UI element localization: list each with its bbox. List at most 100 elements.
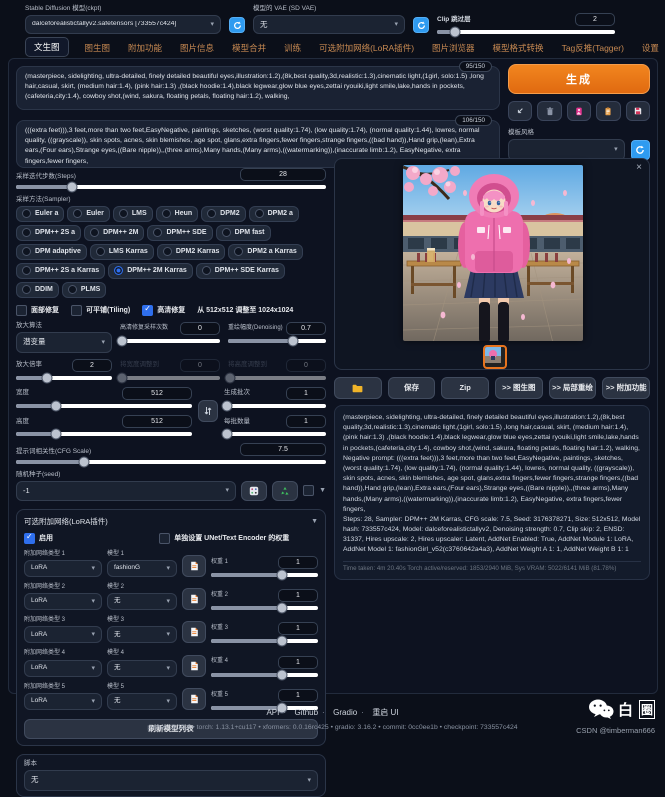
random-seed-button[interactable] (241, 481, 267, 501)
sampler-option[interactable]: DPM2 Karras (157, 244, 226, 260)
lora-weight-value[interactable]: 1 (278, 622, 318, 635)
width-slider[interactable] (16, 404, 192, 408)
sampler-option[interactable]: Euler a (16, 206, 64, 222)
batch-size-slider[interactable] (224, 432, 326, 436)
sampler-option[interactable]: DPM adaptive (16, 244, 87, 260)
lora-model-info-button[interactable] (182, 621, 206, 643)
restore-faces-checkbox[interactable]: 面部修复 (16, 305, 59, 316)
lora-weight-value[interactable]: 1 (278, 656, 318, 669)
save-button[interactable]: 保存 (388, 377, 436, 399)
tab-lora[interactable]: 可选附加网络(LoRA插件) (317, 39, 416, 57)
seed-options-chevron-icon[interactable]: ▼ (319, 487, 326, 494)
sampler-option[interactable]: PLMS (62, 282, 106, 298)
width-value[interactable]: 512 (122, 387, 192, 400)
lora-model-info-button[interactable] (182, 588, 206, 610)
sampler-option-selected[interactable]: DPM++ 2M Karras (108, 263, 193, 279)
footer-link-api[interactable]: API (266, 708, 279, 717)
upscale-by-slider[interactable] (16, 376, 112, 380)
reuse-seed-button[interactable] (272, 481, 298, 501)
sampler-option[interactable]: DPM++ SDE (147, 225, 212, 241)
lora-weight-slider[interactable] (211, 606, 318, 610)
script-dropdown[interactable]: 无 (24, 770, 318, 791)
lora-model-dropdown[interactable]: 无 (107, 626, 177, 643)
lora-model-dropdown[interactable]: 无 (107, 660, 177, 677)
tab-settings[interactable]: 设置 (640, 39, 661, 57)
send-to-inpaint-button[interactable]: >> 局部重绘 (549, 377, 597, 399)
batch-size-value[interactable]: 1 (286, 415, 326, 428)
tab-txt2img[interactable]: 文生图 (25, 37, 69, 57)
tab-model-converter[interactable]: 模型格式转换 (491, 39, 546, 57)
resize-height-slider[interactable] (228, 376, 326, 380)
sampler-option[interactable]: DPM++ 2M (84, 225, 144, 241)
sampler-option[interactable]: DPM2 (201, 206, 245, 222)
footer-link-gradio[interactable]: Gradio (333, 708, 357, 717)
lora-weight-slider[interactable] (211, 573, 318, 577)
batch-count-value[interactable]: 1 (286, 387, 326, 400)
send-to-extras-button[interactable]: >> 附加功能 (602, 377, 650, 399)
sampler-option[interactable]: Heun (156, 206, 199, 222)
denoising-slider[interactable] (228, 339, 326, 343)
send-to-img2img-button[interactable]: >> 图生图 (495, 377, 543, 399)
resize-width-slider[interactable] (120, 376, 220, 380)
hires-steps-value[interactable]: 0 (180, 322, 220, 335)
refresh-styles-button[interactable] (631, 140, 650, 160)
sampler-option[interactable]: Euler (67, 206, 110, 222)
sampler-option[interactable]: DPM++ 2S a (16, 225, 81, 241)
steps-slider[interactable] (16, 185, 326, 189)
height-slider[interactable] (16, 432, 192, 436)
lora-separate-weights-checkbox[interactable]: 单独设置 UNet/Text Encoder 的权重 (159, 533, 289, 544)
ckpt-dropdown[interactable]: dalceforealistictallyv2.safetensors [733… (25, 15, 221, 34)
cfg-slider[interactable] (16, 460, 326, 464)
read-params-button[interactable] (508, 101, 532, 121)
lora-type-dropdown[interactable]: LoRA (24, 593, 102, 610)
lora-weight-value[interactable]: 1 (278, 556, 318, 569)
sampler-option[interactable]: DPM++ SDE Karras (196, 263, 285, 279)
tab-image-browser[interactable]: 图片浏览器 (430, 39, 477, 57)
sampler-option[interactable]: LMS (113, 206, 153, 222)
upscaler-dropdown[interactable]: 潜变量 (16, 332, 112, 353)
footer-link-reload-ui[interactable]: 重启 UI (372, 708, 398, 717)
extra-seed-checkbox[interactable] (303, 485, 314, 496)
collapse-chevron-icon[interactable]: ▼ (311, 518, 318, 525)
batch-count-slider[interactable] (224, 404, 326, 408)
save-style-button[interactable] (626, 101, 650, 121)
open-folder-button[interactable] (334, 377, 382, 399)
seed-input[interactable]: -1 (16, 481, 236, 501)
steps-value[interactable]: 28 (240, 168, 326, 181)
resize-width-value[interactable]: 0 (180, 359, 220, 372)
hires-fix-checkbox[interactable]: 高清修复 (142, 305, 185, 316)
sampler-option[interactable]: LMS Karras (90, 244, 154, 260)
refresh-vae-button[interactable] (413, 17, 429, 33)
lora-model-info-button[interactable] (182, 555, 206, 577)
sampler-option[interactable]: DPM++ 2S a Karras (16, 263, 105, 279)
sampler-option[interactable]: DPM fast (216, 225, 271, 241)
lora-weight-slider[interactable] (211, 639, 318, 643)
lora-weight-value[interactable]: 1 (278, 589, 318, 602)
lora-enable-checkbox[interactable]: 启用 (24, 533, 159, 544)
lora-model-dropdown[interactable]: fashionG (107, 560, 177, 577)
clear-prompt-button[interactable] (537, 101, 561, 121)
gallery-thumbnail[interactable] (483, 345, 507, 369)
generated-image[interactable] (403, 165, 583, 341)
sampler-option[interactable]: DDIM (16, 282, 59, 298)
clip-skip-slider[interactable] (437, 30, 615, 34)
lora-type-dropdown[interactable]: LoRA (24, 626, 102, 643)
apply-style-button[interactable] (596, 101, 620, 121)
tab-extras[interactable]: 附加功能 (126, 39, 164, 57)
lora-weight-value[interactable]: 1 (278, 689, 318, 702)
positive-prompt-input[interactable]: (masterpiece, sidelighting, ultra-detail… (16, 66, 500, 110)
height-value[interactable]: 512 (122, 415, 192, 428)
tab-img2img[interactable]: 图生图 (83, 39, 113, 57)
lora-model-info-button[interactable] (182, 655, 206, 677)
upscale-by-value[interactable]: 2 (72, 359, 112, 372)
refresh-ckpt-button[interactable] (229, 17, 245, 33)
close-icon[interactable]: × (636, 163, 642, 173)
generate-button[interactable]: 生成 (508, 64, 650, 94)
sampler-option[interactable]: DPM2 a (249, 206, 299, 222)
tab-checkpoint-merger[interactable]: 模型合并 (230, 39, 268, 57)
hires-steps-slider[interactable] (120, 339, 220, 343)
lora-type-dropdown[interactable]: LoRA (24, 660, 102, 677)
tab-png-info[interactable]: 图片信息 (178, 39, 216, 57)
denoising-value[interactable]: 0.7 (286, 322, 326, 335)
lora-model-dropdown[interactable]: 无 (107, 593, 177, 610)
